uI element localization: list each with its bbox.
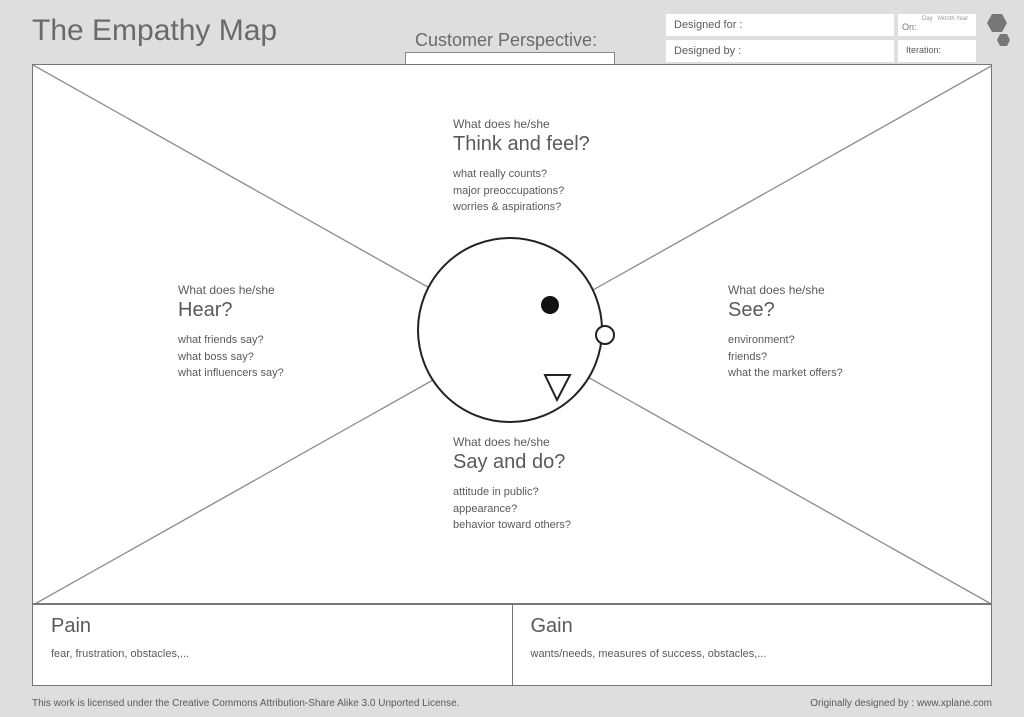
page-title: The Empathy Map	[32, 14, 277, 48]
hear-prompt-2: what boss say?	[178, 349, 378, 366]
license-text: This work is licensed under the Creative…	[32, 698, 459, 709]
say-prompt-2: appearance?	[453, 501, 653, 518]
pain-prompt: fear, frustration, obstacles,...	[51, 648, 494, 660]
date-field[interactable]: On: Day Month Year	[898, 14, 976, 36]
gain-heading: Gain	[531, 615, 974, 638]
pain-heading: Pain	[51, 615, 494, 638]
see-lead: What does he/she	[728, 283, 948, 297]
quadrant-hear: What does he/she Hear? what friends say?…	[178, 283, 378, 382]
credit-text: Originally designed by : www.xplane.com	[810, 698, 992, 709]
iteration-field[interactable]: Iteration:	[898, 40, 976, 62]
see-prompt-1: environment?	[728, 332, 948, 349]
hear-prompt-1: what friends say?	[178, 332, 378, 349]
hear-prompt-3: what influencers say?	[178, 365, 378, 382]
hexagon-logo-icon	[982, 14, 1014, 67]
face-icon	[415, 235, 605, 425]
customer-perspective-label: Customer Perspective:	[415, 30, 597, 51]
empathy-map-canvas: What does he/she Think and feel? what re…	[32, 64, 992, 604]
hear-lead: What does he/she	[178, 283, 378, 297]
think-heading: Think and feel?	[453, 133, 653, 156]
see-heading: See?	[728, 299, 948, 322]
quadrant-say-do: What does he/she Say and do? attitude in…	[453, 435, 653, 534]
designed-by-label: Designed by :	[674, 45, 741, 57]
gain-prompt: wants/needs, measures of success, obstac…	[531, 648, 974, 660]
think-prompt-1: what really counts?	[453, 166, 653, 183]
designed-for-field[interactable]: Designed for :	[666, 14, 894, 36]
pain-box: Pain fear, frustration, obstacles,...	[32, 604, 512, 686]
pain-gain-row: Pain fear, frustration, obstacles,... Ga…	[32, 604, 992, 686]
see-prompt-3: what the market offers?	[728, 365, 948, 382]
designed-by-field[interactable]: Designed by :	[666, 40, 894, 62]
see-prompt-2: friends?	[728, 349, 948, 366]
month-label: Month	[938, 16, 955, 22]
hear-heading: Hear?	[178, 299, 378, 322]
on-label: On:	[902, 22, 917, 32]
iteration-label: Iteration:	[906, 45, 941, 55]
think-prompt-3: worries & aspirations?	[453, 199, 653, 216]
day-label: Day	[922, 16, 933, 22]
think-lead: What does he/she	[453, 117, 653, 131]
designed-for-label: Designed for :	[674, 19, 742, 31]
quadrant-see: What does he/she See? environment? frien…	[728, 283, 948, 382]
say-lead: What does he/she	[453, 435, 653, 449]
say-heading: Say and do?	[453, 451, 653, 474]
say-prompt-1: attitude in public?	[453, 484, 653, 501]
gain-box: Gain wants/needs, measures of success, o…	[512, 604, 993, 686]
think-prompt-2: major preoccupations?	[453, 183, 653, 200]
say-prompt-3: behavior toward others?	[453, 517, 653, 534]
year-label: Year	[956, 16, 968, 22]
quadrant-think-feel: What does he/she Think and feel? what re…	[453, 117, 653, 216]
